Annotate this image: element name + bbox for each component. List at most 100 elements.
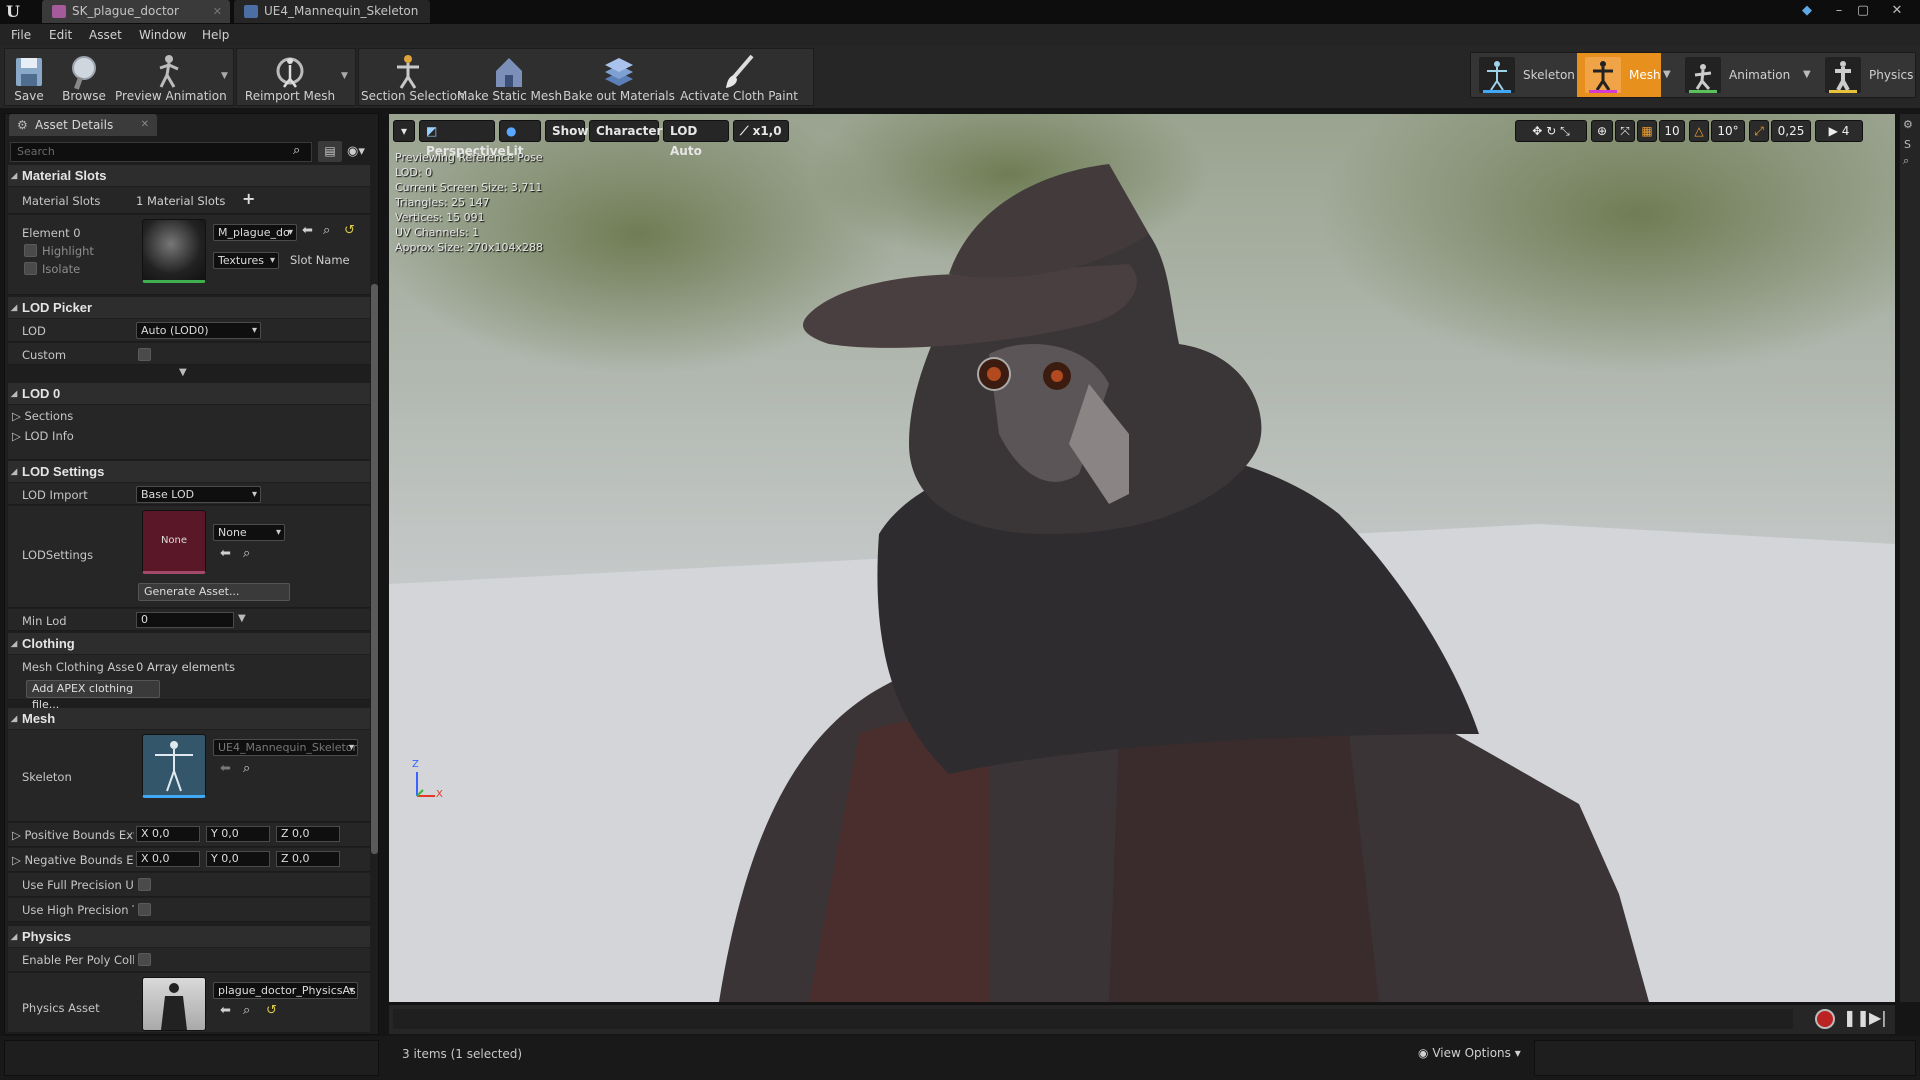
browse-asset-icon[interactable]: ⌕ [243,1003,250,1018]
side-search-icon[interactable]: ⌕ [1903,154,1909,168]
category-clothing[interactable]: Clothing [8,633,370,654]
rotation-snap-icon[interactable]: △ [1689,120,1709,142]
lodsettings-asset-combo[interactable]: None [213,524,285,541]
lod-info-expander[interactable]: ▷ LOD Info [12,429,74,443]
mode-animation-button[interactable]: Animation [1677,53,1815,97]
details-search-input[interactable]: Search [10,142,312,162]
bake-out-materials-button[interactable]: Bake out Materials [563,49,675,107]
lit-button[interactable]: ● Lit [499,120,541,158]
playback-speed-button[interactable]: ⟋ x1,0 [733,120,789,142]
scale-snap-value[interactable]: 0,25 [1771,120,1811,142]
textures-combo[interactable]: Textures [213,252,279,269]
reset-to-default-icon[interactable]: ↺ [266,1003,277,1018]
world-local-icon[interactable]: ⊕ [1591,120,1613,142]
camera-speed-button[interactable]: ▶ 4 [1815,120,1863,142]
timeline-track[interactable] [393,1009,1793,1029]
isolate-checkbox[interactable] [24,262,37,275]
asset-details-tab[interactable]: ⚙ Asset Details ✕ [9,114,157,136]
tab-ue4-mannequin-skeleton[interactable]: UE4_Mannequin_Skeleton [234,0,430,23]
use-selected-arrow-icon[interactable]: ⬅ [220,546,231,561]
close-window-button[interactable]: ✕ [1886,1,1908,21]
step-forward-icon[interactable]: ▶| [1869,1008,1887,1027]
grid-snap-value[interactable]: 10 [1659,120,1685,142]
lod-import-combo[interactable]: Base LOD [136,486,261,503]
side-tab-icon[interactable]: S [1904,138,1911,151]
settings-side-icon[interactable]: ⚙ [1903,118,1913,131]
browse-asset-icon[interactable]: ⌕ [243,761,250,776]
negative-bounds-expander[interactable]: ▷ Negative Bounds Exte [12,853,134,867]
save-button[interactable]: Save [5,49,53,107]
rotation-snap-value[interactable]: 10° [1711,120,1745,142]
category-mesh[interactable]: Mesh [8,708,370,729]
section-selection-button[interactable]: Section Selection [361,49,465,107]
menu-file[interactable]: File [11,24,31,46]
reset-to-default-icon[interactable]: ↺ [344,223,355,238]
activate-cloth-paint-button[interactable]: Activate Cloth Paint [677,49,801,107]
tab-sk-plague-doctor[interactable]: SK_plague_doctor ✕ [42,0,230,23]
viewport-options-dropdown-icon[interactable]: ▾ [393,120,415,142]
character-button[interactable]: Character [589,120,662,142]
physics-asset-thumbnail[interactable] [142,977,206,1031]
preview-animation-dropdown-icon[interactable]: ▼ [221,71,231,81]
preview-animation-button[interactable]: Preview Animation [115,49,227,107]
neg-bounds-z-field[interactable]: Z 0,0 [276,851,340,867]
per-poly-collision-checkbox[interactable] [138,953,151,966]
use-selected-arrow-icon[interactable]: ⬅ [220,1003,231,1018]
viewport[interactable]: ▾ ◩ Perspective ● Lit Show Character LOD… [389,114,1895,1002]
reimport-mesh-button[interactable]: Reimport Mesh [241,49,339,107]
pos-bounds-x-field[interactable]: X 0,0 [136,826,200,842]
add-material-slot-icon[interactable]: + [242,189,255,208]
minimize-button[interactable]: – [1828,1,1850,21]
physics-asset-combo[interactable]: plague_doctor_PhysicsAs [213,982,358,999]
mode-physics-button[interactable]: Physics [1817,53,1915,97]
show-button[interactable]: Show [545,120,589,142]
visibility-eye-icon[interactable]: ◉▾ [347,141,375,162]
notification-icon[interactable]: ◆ [1796,1,1818,21]
close-panel-icon[interactable]: ✕ [141,114,149,136]
maximize-button[interactable]: ▢ [1852,1,1874,21]
reimport-dropdown-icon[interactable]: ▼ [341,71,351,81]
sections-expander[interactable]: ▷ Sections [12,409,73,423]
browse-asset-icon[interactable]: ⌕ [243,546,250,561]
category-lod-settings[interactable]: LOD Settings [8,461,370,482]
full-precision-uv-checkbox[interactable] [138,878,151,891]
min-lod-field[interactable]: 0 [136,612,234,628]
skeleton-asset-combo[interactable]: UE4_Mannequin_Skeleton [213,739,358,756]
browse-asset-icon[interactable]: ⌕ [323,223,330,238]
translate-icon[interactable]: ✥ [1532,124,1542,138]
neg-bounds-y-field[interactable]: Y 0,0 [206,851,270,867]
make-static-mesh-button[interactable]: Make Static Mesh [457,49,562,107]
pause-icon[interactable]: ❚❚ [1843,1008,1870,1027]
min-lod-dropdown-icon[interactable]: ▼ [238,613,246,624]
grid-snap-icon[interactable]: ▦ [1637,120,1657,142]
category-lod-0[interactable]: LOD 0 [8,383,370,404]
details-scrollbar[interactable] [371,284,378,854]
mode-skeleton-button[interactable]: Skeleton [1471,53,1577,97]
surface-snap-icon[interactable]: ⤧ [1615,120,1635,142]
menu-window[interactable]: Window [139,24,186,46]
scale-icon[interactable]: ⤡ [1560,124,1570,138]
category-lod-picker[interactable]: LOD Picker [8,297,370,318]
rotate-icon[interactable]: ↻ [1546,124,1556,138]
menu-edit[interactable]: Edit [49,24,72,46]
record-button[interactable] [1815,1009,1835,1029]
high-precision-tangent-checkbox[interactable] [138,903,151,916]
lodsettings-thumbnail[interactable]: None [142,510,206,574]
pos-bounds-y-field[interactable]: Y 0,0 [206,826,270,842]
expand-advanced-icon[interactable]: ▼ [179,367,187,378]
positive-bounds-expander[interactable]: ▷ Positive Bounds Exte [12,828,134,842]
custom-checkbox[interactable] [138,348,151,361]
pos-bounds-z-field[interactable]: Z 0,0 [276,826,340,842]
material-thumbnail[interactable] [142,219,206,283]
neg-bounds-x-field[interactable]: X 0,0 [136,851,200,867]
lod-auto-button[interactable]: LOD Auto [663,120,729,158]
menu-help[interactable]: Help [202,24,229,46]
mode-animation-dropdown-icon[interactable]: ▼ [1803,69,1811,80]
mode-mesh-button[interactable]: Mesh [1577,53,1661,97]
close-tab-icon[interactable]: ✕ [213,0,222,23]
browse-button[interactable]: Browse [55,49,113,107]
mode-mesh-dropdown-icon[interactable]: ▼ [1663,69,1671,80]
menu-asset[interactable]: Asset [89,24,122,46]
generate-asset-button[interactable]: Generate Asset... [138,583,290,601]
category-material-slots[interactable]: Material Slots [8,165,370,186]
